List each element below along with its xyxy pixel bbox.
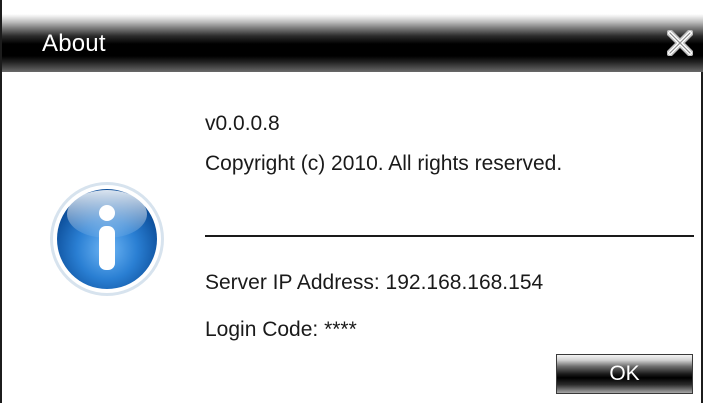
title-bar[interactable]: About <box>2 0 703 72</box>
ok-button[interactable]: OK <box>556 354 693 394</box>
about-dialog: About v0.0.0.8 Copyright (c) 2010. All r… <box>0 0 703 403</box>
copyright-text: Copyright (c) 2010. All rights reserved. <box>205 152 563 175</box>
close-icon[interactable] <box>666 29 694 57</box>
dialog-title: About <box>42 30 106 57</box>
dialog-body: v0.0.0.8 Copyright (c) 2010. All rights … <box>2 72 701 403</box>
server-ip-text: Server IP Address: 192.168.168.154 <box>205 271 544 294</box>
login-code-text: Login Code: **** <box>205 318 357 341</box>
info-icon <box>50 182 164 296</box>
version-text: v0.0.0.8 <box>205 112 280 135</box>
separator <box>205 235 694 237</box>
